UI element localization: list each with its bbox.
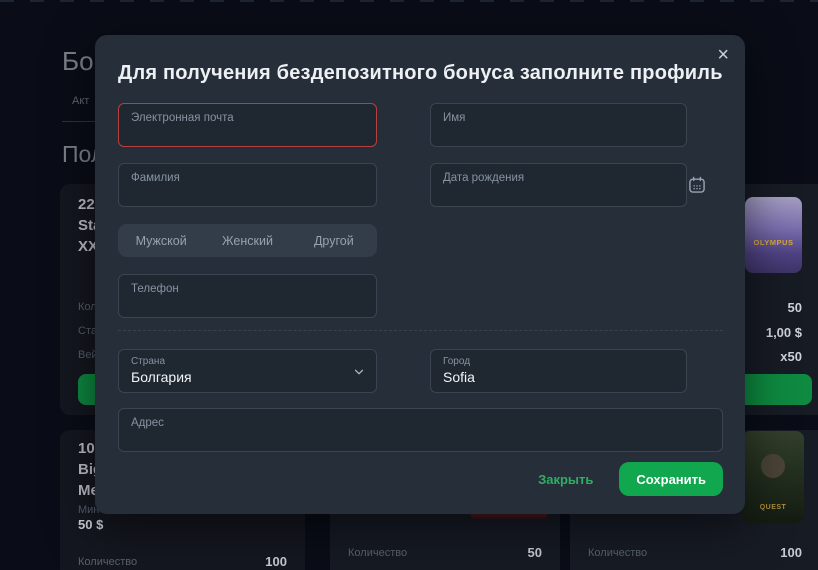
bonus-detail-value: 50 <box>788 300 802 315</box>
quantity-label: Количество <box>78 556 137 568</box>
game-thumbnail-title: QUEST <box>760 504 787 511</box>
gender-option-other[interactable]: Другой <box>291 234 377 248</box>
email-field[interactable] <box>118 103 377 147</box>
gender-selector: Мужской Женский Другой <box>118 224 377 257</box>
country-select[interactable]: Страна Болгария <box>118 349 377 393</box>
first-name-field[interactable] <box>430 103 687 147</box>
bonus-detail-value: 1,00 $ <box>766 325 802 340</box>
close-modal-button[interactable]: Закрыть <box>538 472 593 487</box>
country-label: Страна <box>131 356 364 367</box>
gender-option-female[interactable]: Женский <box>204 234 290 248</box>
bonus-detail-value: x50 <box>780 349 802 364</box>
tab-active-bonuses[interactable]: Акт <box>72 95 89 107</box>
quantity-label: Количество <box>348 547 407 559</box>
game-thumbnail-olympus: OLYMPUS <box>745 197 802 273</box>
quantity-value: 50 <box>528 545 542 560</box>
quantity-value: 100 <box>780 545 802 560</box>
phone-field[interactable] <box>118 274 377 318</box>
profile-modal: × Для получения бездепозитного бонуса за… <box>95 35 745 514</box>
birth-date-field[interactable] <box>430 163 687 207</box>
country-value: Болгария <box>131 369 364 385</box>
screen: Бо Акт Пол 22 Sta XX Кол Ста Вей OLYMPUS… <box>0 0 818 570</box>
city-value: Sofia <box>443 369 674 385</box>
min-deposit-value: 50 $ <box>78 517 103 532</box>
bonus-detail-label: Кол <box>78 301 97 313</box>
page-title: Бо <box>62 46 94 77</box>
quantity-value: 100 <box>265 554 287 569</box>
last-name-field[interactable] <box>118 163 377 207</box>
modal-footer: Закрыть Сохранить <box>538 462 723 496</box>
modal-title: Для получения бездепозитного бонуса запо… <box>118 60 722 86</box>
city-label: Город <box>443 356 674 367</box>
game-thumbnail-quest: QUEST <box>742 431 804 523</box>
city-field[interactable]: Город Sofia <box>430 349 687 393</box>
chevron-down-icon <box>352 365 366 379</box>
address-field[interactable] <box>118 408 723 452</box>
save-profile-button[interactable]: Сохранить <box>619 462 723 496</box>
section-divider <box>118 330 723 331</box>
calendar-icon[interactable] <box>687 175 707 195</box>
quantity-label: Количество <box>588 547 647 559</box>
gender-option-male[interactable]: Мужской <box>118 234 204 248</box>
game-thumbnail-title: OLYMPUS <box>754 238 794 247</box>
